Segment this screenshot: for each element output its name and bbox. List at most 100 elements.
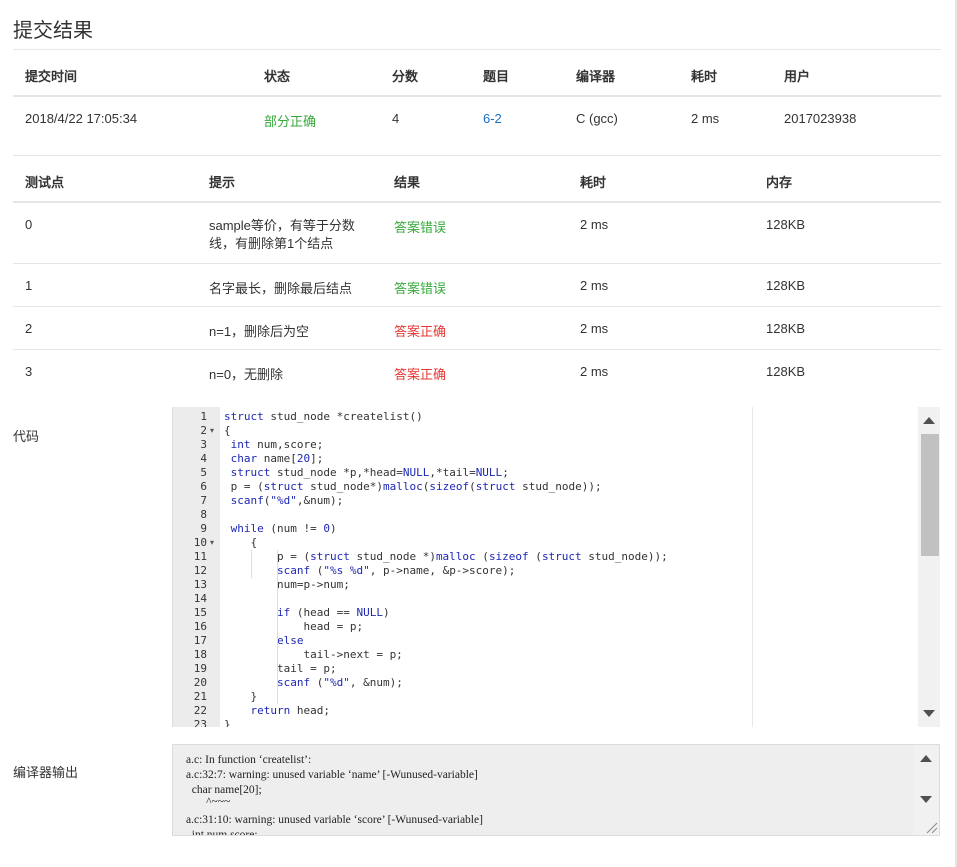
col-header-result: 结果 [394,175,421,190]
scroll-down-arrow-icon[interactable] [920,796,932,803]
table-row: 0 sample等价，有等于分数线，有删除第1个结点 答案错误 2 ms 128… [13,217,941,257]
compiler-output-line: a.c: In function ‘createlist’: [186,754,312,766]
col-header-memory: 内存 [766,175,793,190]
test-id: 1 [25,278,33,293]
line-number: 23 [193,718,207,727]
test-result: 答案正确 [394,367,447,382]
line-number: 9 [200,522,207,535]
fold-arrow-icon[interactable]: ▾ [210,536,214,550]
col-header-testpoint: 测试点 [25,175,65,190]
code-line: head = p; [224,620,364,633]
code-label: 代码 [13,429,40,444]
compiler-output-line: int num,score; [186,829,258,836]
test-result: 答案正确 [394,324,447,339]
line-number: 6 [200,480,207,493]
test-result: 答案错误 [394,281,447,296]
table-row: 2 n=1，删除后为空 答案正确 2 ms 128KB [13,321,941,341]
code-line: scanf ("%d", &num); [276,676,403,689]
submission-result-page: 提交结果 提交时间 状态 分数 题目 编译器 耗时 用户 2018/4/22 1… [0,0,957,867]
col-header-test-time: 耗时 [580,175,607,190]
line-number: 7 [200,494,207,507]
line-number: 2 [200,424,207,437]
test-time: 2 ms [580,278,609,293]
col-header-status: 状态 [264,69,291,84]
scroll-thumb[interactable] [921,434,939,556]
line-number: 1 [200,410,207,423]
code-editor[interactable]: 1 2 ▾ 3 4 5 6 7 8 9 10 ▾ 11 12 13 14 15 16 17 18 19 20 21 22 23 … [172,407,940,727]
problem-link[interactable]: 6-2 [483,111,502,126]
fold-arrow-icon[interactable]: ▾ [210,424,214,438]
code-line: else [276,634,304,647]
test-id: 0 [25,217,33,232]
line-number: 10 [193,536,207,549]
submission-header-row: 提交时间 状态 分数 题目 编译器 耗时 用户 [13,66,941,86]
row-divider [13,263,941,264]
line-number: 8 [200,508,207,521]
print-margin [752,407,753,727]
user-value: 2017023938 [784,111,857,126]
code-line: p = (struct stud_node *)malloc (sizeof (… [224,550,668,563]
line-number: 13 [193,578,207,591]
line-number: 11 [193,550,207,563]
header-divider [13,95,941,97]
test-hint: sample等价，有等于分数线，有删除第1个结点 [209,218,355,251]
code-line: scanf ("%s %d", p->name, &p->score); [276,564,516,577]
code-line: } [224,718,231,727]
test-memory: 128KB [766,321,806,336]
line-number: 14 [193,592,207,605]
submission-row: 2018/4/22 17:05:34 部分正确 4 6-2 C (gcc) 2 … [13,111,941,131]
compiler-output-label: 编译器输出 [13,765,79,780]
col-header-hint: 提示 [209,175,236,190]
test-memory: 128KB [766,217,806,232]
line-number-gutter: 1 2 ▾ 3 4 5 6 7 8 9 10 ▾ 11 12 13 14 15 16 17 18 19 20 21 22 23 [173,407,220,727]
code-line: char name[20]; [230,452,324,465]
line-number: 5 [200,466,207,479]
line-number: 17 [193,634,207,647]
table-row: 3 n=0，无删除 答案正确 2 ms 128KB [13,364,941,384]
test-time: 2 ms [580,321,609,336]
code-line: scanf("%d",&num); [230,494,344,507]
code-line: } [224,690,258,703]
indent-guide [277,550,278,704]
test-header-row: 测试点 提示 结果 耗时 内存 [13,172,941,192]
scroll-down-arrow-icon[interactable] [923,710,935,717]
test-memory: 128KB [766,278,806,293]
status-badge: 部分正确 [264,114,317,129]
line-number: 3 [200,438,207,451]
line-number: 22 [193,704,207,717]
line-number: 19 [193,662,207,675]
compiler-output-line: a.c:31:10: warning: unused variable ‘sco… [186,814,483,826]
table-row: 1 名字最长，删除最后结点 答案错误 2 ms 128KB [13,278,941,298]
col-header-score: 分数 [392,69,419,84]
code-line: p = (struct stud_node*)malloc(sizeof(str… [224,480,602,493]
test-header-divider [13,201,941,203]
code-line: struct stud_node *createlist() [224,410,423,423]
compiler-output-textarea[interactable]: int num,score; a.c:31:10: warning: unused… [172,744,940,836]
compiler-value: C (gcc) [576,111,618,126]
scroll-up-arrow-icon[interactable] [920,755,932,762]
row-divider [13,349,941,350]
test-id: 2 [25,321,33,336]
compiler-output-line: char name[20]; [186,784,262,796]
code-line: tail = p; [224,662,337,675]
line-number: 20 [193,676,207,689]
page-title: 提交结果 [13,20,93,42]
test-case-table: 测试点 提示 结果 耗时 内存 0 sample等价，有等于分数线，有删除第1个… [13,156,941,392]
submit-time: 2018/4/22 17:05:34 [25,111,138,126]
code-line: if (head == NULL) [276,606,390,619]
col-header-user: 用户 [784,69,811,84]
row-divider [13,306,941,307]
resize-grip-icon[interactable] [924,820,938,834]
test-hint: n=0，无删除 [209,367,284,382]
test-result: 答案错误 [394,220,447,235]
compiler-output-line: a.c:32:7: warning: unused variable ‘name… [186,769,478,781]
code-line: { [224,536,258,549]
code-line: struct stud_node *p,*head=NULL,*tail=NUL… [230,466,509,479]
test-hint: n=1，删除后为空 [209,324,310,339]
code-scrollbar[interactable] [918,407,940,727]
line-number: 21 [193,690,207,703]
test-time: 2 ms [580,364,609,379]
test-memory: 128KB [766,364,806,379]
scroll-up-arrow-icon[interactable] [923,417,935,424]
col-header-time: 提交时间 [25,69,78,84]
